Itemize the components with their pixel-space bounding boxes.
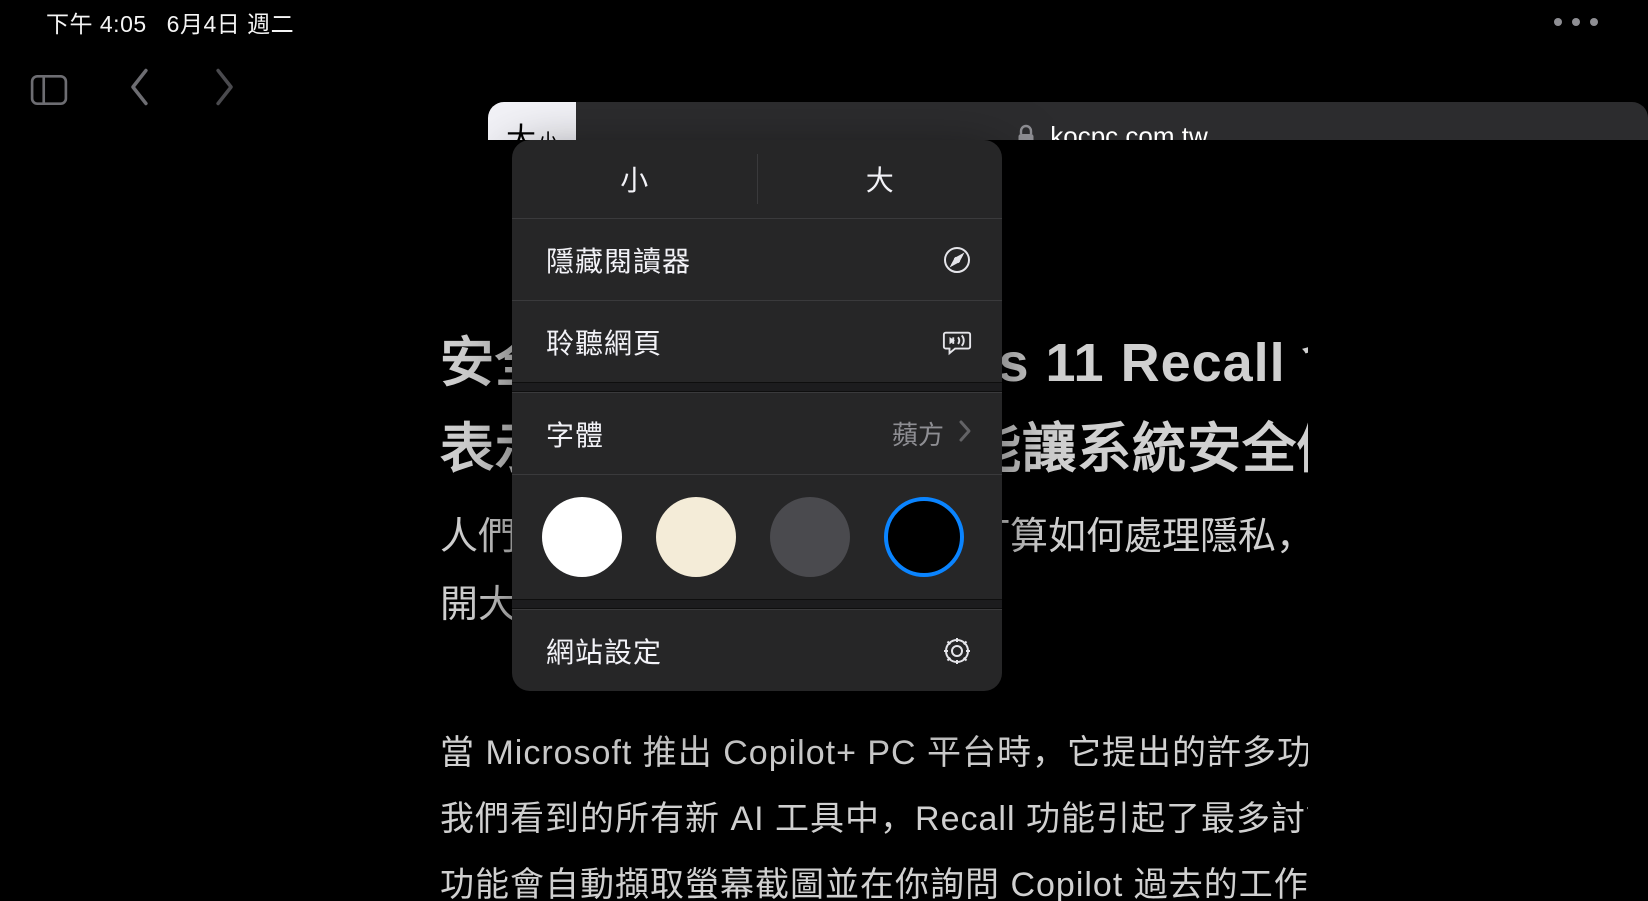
reader-settings-popover: 小 大 隱藏閱讀器 聆聽網頁 字體 bbox=[512, 140, 1002, 691]
text-size-segmented: 小 大 bbox=[512, 140, 1002, 218]
font-label: 字體 bbox=[546, 414, 604, 454]
status-time: 下午 4:05 bbox=[46, 5, 147, 39]
group-separator-2 bbox=[512, 599, 1002, 609]
back-button[interactable] bbox=[128, 67, 152, 117]
text-smaller-button[interactable]: 小 bbox=[512, 140, 757, 218]
group-separator bbox=[512, 382, 1002, 392]
status-bar: 下午 4:05 6月4日 週二 bbox=[0, 0, 1648, 44]
speech-bubble-audio-icon bbox=[942, 327, 972, 357]
theme-color-row bbox=[512, 474, 1002, 599]
chevron-right-icon bbox=[958, 418, 972, 450]
font-row[interactable]: 字體 蘋方 bbox=[512, 392, 1002, 474]
compass-icon bbox=[942, 245, 972, 275]
article-body: 當 Microsoft 推出 Copilot+ PC 平台時，它提出的許多功能在… bbox=[440, 720, 1308, 901]
site-settings-label: 網站設定 bbox=[546, 631, 662, 671]
theme-gray-swatch[interactable] bbox=[770, 497, 850, 577]
hide-reader-row[interactable]: 隱藏閱讀器 bbox=[512, 218, 1002, 300]
font-value: 蘋方 bbox=[892, 415, 944, 452]
gear-icon bbox=[942, 636, 972, 666]
site-settings-row[interactable]: 網站設定 bbox=[512, 609, 1002, 691]
hide-reader-label: 隱藏閱讀器 bbox=[546, 240, 691, 280]
listen-webpage-row[interactable]: 聆聽網頁 bbox=[512, 300, 1002, 382]
browser-toolbar: 大 小 kocpc.com.tw bbox=[0, 44, 1648, 140]
status-date: 6月4日 週二 bbox=[167, 5, 294, 39]
theme-black-swatch[interactable] bbox=[884, 497, 964, 577]
theme-sepia-swatch[interactable] bbox=[656, 497, 736, 577]
forward-button[interactable] bbox=[212, 67, 236, 117]
listen-label: 聆聽網頁 bbox=[546, 322, 662, 362]
theme-white-swatch[interactable] bbox=[542, 497, 622, 577]
multitask-dots-icon[interactable] bbox=[1554, 18, 1598, 26]
sidebar-toggle-icon[interactable] bbox=[30, 71, 68, 114]
text-bigger-button[interactable]: 大 bbox=[758, 140, 1003, 218]
